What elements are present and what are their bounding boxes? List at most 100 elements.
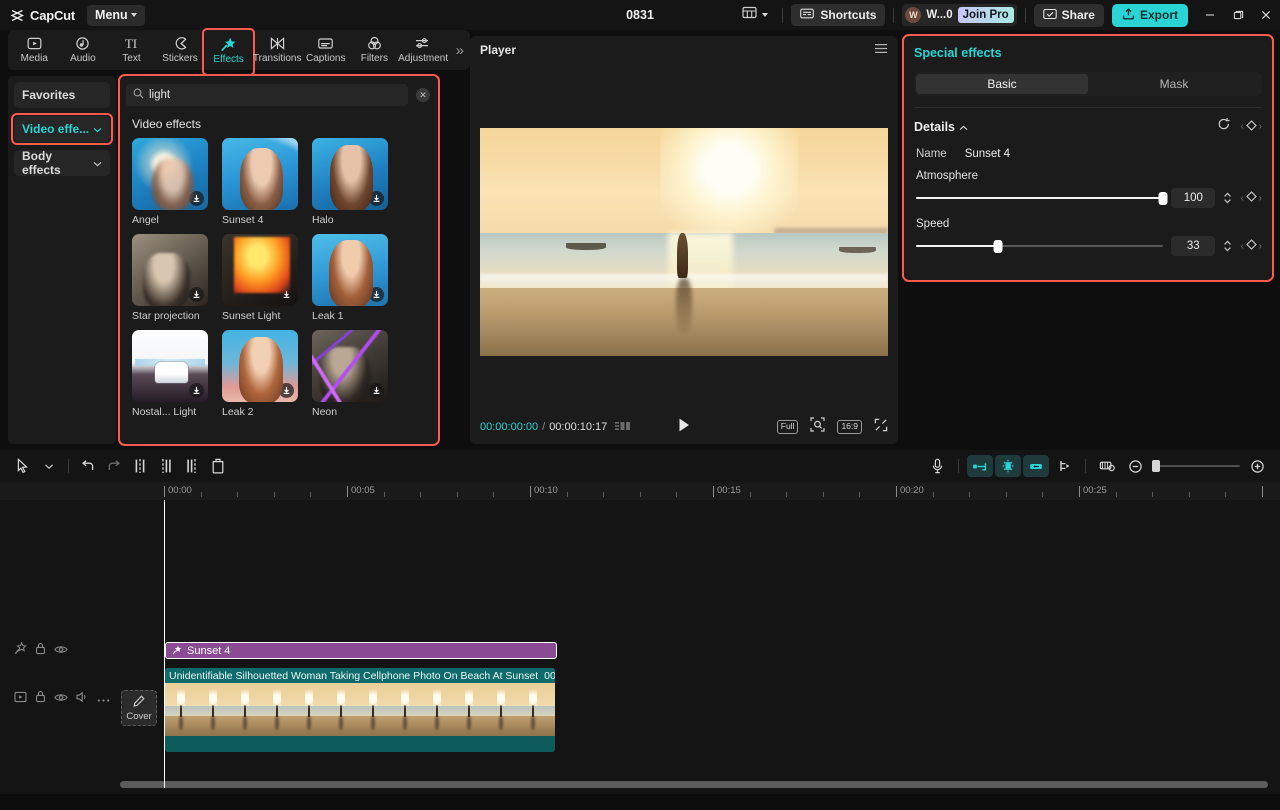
effect-clip-sunset-4[interactable]: Sunset 4 xyxy=(165,642,557,659)
aspect-ratio-button[interactable]: 16:9 xyxy=(837,420,862,433)
tab-filters[interactable]: Filters xyxy=(350,31,399,69)
chevron-right-icon[interactable]: › xyxy=(1259,241,1262,252)
effect-item-sunset-light[interactable]: Sunset Light xyxy=(222,234,298,322)
download-icon[interactable] xyxy=(369,191,384,206)
reverse-button[interactable] xyxy=(1023,455,1049,477)
atmosphere-slider[interactable] xyxy=(916,192,1163,204)
magnifier-icon[interactable] xyxy=(810,417,825,437)
minimize-button[interactable] xyxy=(1196,0,1224,30)
tab-adjustment[interactable]: Adjustment xyxy=(399,31,448,69)
chevron-left-icon[interactable]: ‹ xyxy=(1240,193,1243,204)
effect-item-angel[interactable]: Angel xyxy=(132,138,208,226)
timeline-tracks[interactable]: Sunset 4 Unidentifiable Silhouetted Woma… xyxy=(120,500,1280,790)
speed-stepper[interactable] xyxy=(1223,239,1232,253)
close-icon[interactable]: ✕ xyxy=(416,88,430,102)
speed-value[interactable]: 33 xyxy=(1171,236,1215,256)
slider-knob[interactable] xyxy=(993,240,1002,253)
zoom-slider[interactable] xyxy=(1152,465,1240,467)
chevron-left-icon[interactable]: ‹ xyxy=(1240,121,1243,132)
eye-icon[interactable] xyxy=(54,690,68,708)
keyframe-diamond-icon[interactable] xyxy=(1246,118,1257,136)
split-button[interactable] xyxy=(127,453,153,479)
timeline-horizontal-scrollbar[interactable] xyxy=(120,781,1268,788)
select-tool-dropdown[interactable] xyxy=(36,453,62,479)
download-icon[interactable] xyxy=(369,383,384,398)
menu-button[interactable]: Menu xyxy=(87,5,145,26)
keyframe-control[interactable]: ‹ › xyxy=(1240,118,1262,136)
chevron-right-icon[interactable]: › xyxy=(1259,121,1262,132)
snap-button[interactable] xyxy=(1051,455,1077,477)
tab-basic[interactable]: Basic xyxy=(916,74,1088,94)
reset-icon[interactable] xyxy=(1217,117,1231,136)
eye-icon[interactable] xyxy=(54,642,68,660)
download-icon[interactable] xyxy=(189,383,204,398)
atmosphere-value[interactable]: 100 xyxy=(1171,188,1215,208)
close-button[interactable] xyxy=(1252,0,1280,30)
freeze-button[interactable] xyxy=(995,455,1021,477)
chevron-left-icon[interactable]: ‹ xyxy=(1240,241,1243,252)
zoom-out-button[interactable] xyxy=(1122,455,1148,477)
mirror-button[interactable] xyxy=(967,455,993,477)
hamburger-icon[interactable] xyxy=(874,41,888,59)
trim-left-button[interactable] xyxy=(153,453,179,479)
search-input[interactable] xyxy=(149,89,401,101)
tool-tabs-overflow-button[interactable]: » xyxy=(452,42,468,59)
select-tool-button[interactable] xyxy=(10,453,36,479)
record-voiceover-button[interactable] xyxy=(924,455,950,477)
sidebar-item-video-effects[interactable]: Video effe... xyxy=(14,116,110,142)
lock-icon[interactable] xyxy=(35,642,46,660)
fullscreen-icon[interactable] xyxy=(874,418,888,437)
tab-audio[interactable]: Audio xyxy=(59,31,108,69)
play-button[interactable] xyxy=(677,417,691,438)
speed-keyframe-control[interactable]: ‹ › xyxy=(1240,237,1262,255)
atmosphere-keyframe-control[interactable]: ‹ › xyxy=(1240,189,1262,207)
timeline-ruler[interactable]: 00:0000:0500:1000:1500:2000:25 xyxy=(0,482,1280,500)
trim-right-button[interactable] xyxy=(179,453,205,479)
keyframe-diamond-icon[interactable] xyxy=(1246,189,1257,207)
video-clip[interactable]: Unidentifiable Silhouetted Woman Taking … xyxy=(165,668,555,752)
tab-transitions[interactable]: Transitions xyxy=(253,31,302,69)
slider-knob[interactable] xyxy=(1159,192,1168,205)
delete-button[interactable] xyxy=(205,453,231,479)
download-icon[interactable] xyxy=(189,287,204,302)
chevron-up-icon[interactable] xyxy=(959,118,968,136)
download-icon[interactable] xyxy=(369,287,384,302)
download-icon[interactable] xyxy=(279,287,294,302)
timecode-mode-icon[interactable] xyxy=(615,418,633,436)
fit-to-window-button[interactable] xyxy=(1094,455,1120,477)
tab-mask[interactable]: Mask xyxy=(1088,74,1260,94)
current-timecode[interactable]: 00:00:00:00 xyxy=(480,421,538,433)
tab-effects[interactable]: Effects xyxy=(204,31,253,69)
tab-text[interactable]: TI Text xyxy=(107,31,156,69)
search-box[interactable] xyxy=(126,84,408,106)
zoom-in-button[interactable] xyxy=(1244,455,1270,477)
atmosphere-stepper[interactable] xyxy=(1223,191,1232,205)
effect-item-leak-1[interactable]: Leak 1 xyxy=(312,234,388,322)
lock-icon[interactable] xyxy=(35,690,46,708)
account-button[interactable]: W W...0 Join Pro xyxy=(902,4,1016,26)
quality-button[interactable]: Full xyxy=(777,420,799,433)
effect-item-sunset-4[interactable]: Sunset 4 xyxy=(222,138,298,226)
undo-button[interactable] xyxy=(75,453,101,479)
sidebar-item-body-effects[interactable]: Body effects xyxy=(14,150,110,176)
redo-button[interactable] xyxy=(101,453,127,479)
effect-item-neon[interactable]: Neon xyxy=(312,330,388,418)
chevron-right-icon[interactable]: › xyxy=(1259,193,1262,204)
cover-button[interactable]: Cover xyxy=(121,690,157,726)
keyframe-diamond-icon[interactable] xyxy=(1246,237,1257,255)
speed-slider[interactable] xyxy=(916,240,1163,252)
effect-item-halo[interactable]: Halo xyxy=(312,138,388,226)
shortcuts-button[interactable]: Shortcuts xyxy=(791,4,885,26)
sidebar-item-favorites[interactable]: Favorites xyxy=(14,82,110,108)
tab-media[interactable]: Media xyxy=(10,31,59,69)
tab-stickers[interactable]: Stickers xyxy=(156,31,205,69)
effect-item-leak-2[interactable]: Leak 2 xyxy=(222,330,298,418)
zoom-slider-knob[interactable] xyxy=(1152,460,1160,472)
video-preview[interactable] xyxy=(480,128,888,356)
playhead[interactable] xyxy=(164,500,165,788)
join-pro-badge[interactable]: Join Pro xyxy=(958,7,1014,23)
tab-captions[interactable]: Captions xyxy=(301,31,350,69)
download-icon[interactable] xyxy=(189,191,204,206)
more-icon[interactable] xyxy=(97,690,110,708)
effect-item-star-projection[interactable]: Star projection xyxy=(132,234,208,322)
